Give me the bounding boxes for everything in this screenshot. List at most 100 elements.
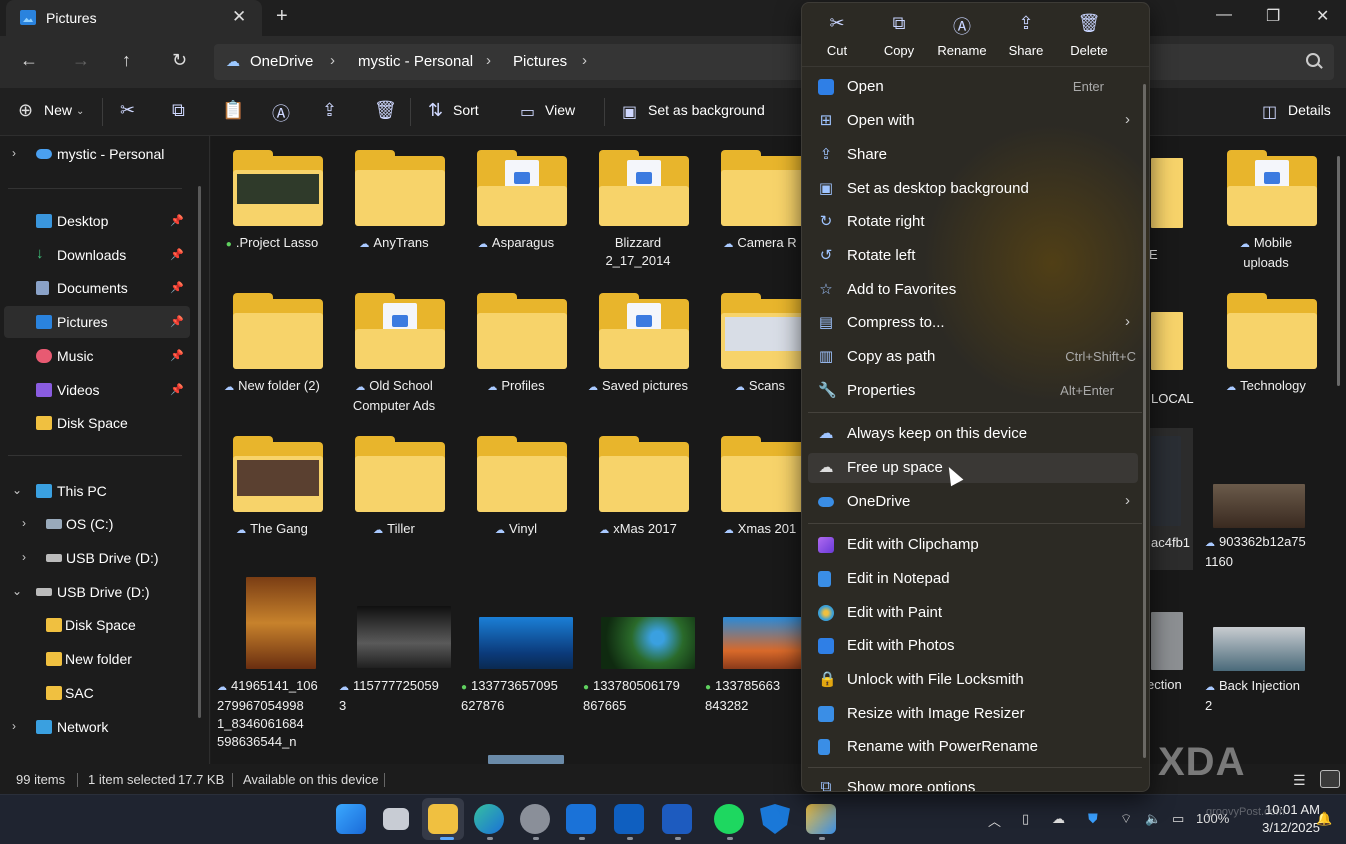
menu-item-free-up-space[interactable]: ☁ Free up space xyxy=(808,453,1138,483)
sidebar-item-desktop[interactable]: Desktop 📌 xyxy=(4,205,190,237)
close-window-button[interactable]: ✕ xyxy=(1316,6,1329,26)
sidebar-item-music[interactable]: Music 📌 xyxy=(4,340,190,372)
chevron-down-icon[interactable]: ⌄ xyxy=(76,106,84,117)
cut-button[interactable]: ✂ Cut xyxy=(807,13,867,58)
search-icon[interactable] xyxy=(1306,53,1320,67)
sidebar-item-new-folder[interactable]: New folder xyxy=(4,643,190,675)
cut-icon[interactable]: ✂ xyxy=(120,100,135,121)
file-explorer-icon[interactable] xyxy=(428,804,458,834)
share-icon[interactable]: ⇪ xyxy=(322,100,337,121)
sidebar-item-usb-drive-d[interactable]: › USB Drive (D:) xyxy=(4,542,190,574)
menu-item-edit-with-photos[interactable]: Edit with Photos xyxy=(808,631,1138,661)
menu-item-open-with[interactable]: ⊞ Open with › xyxy=(808,106,1138,136)
sidebar-item-documents[interactable]: Documents 📌 xyxy=(4,272,190,304)
image-thumbnail[interactable] xyxy=(1151,436,1181,526)
defender-icon[interactable] xyxy=(760,804,790,834)
chevron-down-icon[interactable]: ⌄ xyxy=(12,483,22,497)
security-tray-icon[interactable]: ⛊ xyxy=(1088,811,1098,827)
paste-icon[interactable]: 📋 xyxy=(222,100,244,121)
copy-button[interactable]: ⧉ Copy xyxy=(869,13,929,58)
chevron-right-icon[interactable]: › xyxy=(12,146,16,160)
outlook-icon[interactable] xyxy=(614,804,644,834)
sidebar-item-sac[interactable]: SAC xyxy=(4,677,190,709)
menu-item-compress-to[interactable]: ▤ Compress to... › xyxy=(808,308,1138,338)
minimize-button[interactable]: — xyxy=(1216,6,1232,24)
menu-item-edit-with-clipchamp[interactable]: Edit with Clipchamp xyxy=(808,530,1138,560)
edge-icon[interactable] xyxy=(474,804,504,834)
sidebar-item-this-pc[interactable]: ⌄ This PC xyxy=(4,475,190,507)
menu-item-edit-in-notepad[interactable]: Edit in Notepad xyxy=(808,564,1138,594)
rename-icon[interactable]: Ⓐ xyxy=(272,100,290,126)
sidebar-item-downloads[interactable]: ↓ Downloads 📌 xyxy=(4,239,190,271)
sidebar-item-pictures[interactable]: Pictures 📌 xyxy=(4,306,190,338)
sidebar-item-mystic-personal[interactable]: › mystic - Personal xyxy=(4,138,190,170)
sort-button[interactable]: Sort xyxy=(453,102,479,118)
image-thumbnail[interactable] xyxy=(1151,612,1183,670)
copy-icon[interactable]: ⧉ xyxy=(172,100,185,121)
usb-icon[interactable]: ▯ xyxy=(1022,811,1029,827)
sort-icon[interactable]: ⇅ xyxy=(428,100,443,121)
menu-item-unlock-with-file-locksmith[interactable]: 🔒 Unlock with File Locksmith xyxy=(808,665,1138,695)
image-thumbnail[interactable] xyxy=(357,606,451,668)
breadcrumb-separator[interactable]: › xyxy=(582,52,587,69)
details-button[interactable]: Details xyxy=(1288,102,1331,118)
share-button[interactable]: ⇪ Share xyxy=(996,13,1056,58)
explorer-alt-icon[interactable] xyxy=(806,804,836,834)
content-scrollbar[interactable] xyxy=(1337,156,1340,386)
menu-item-show-more-options[interactable]: ⧉ Show more options xyxy=(808,773,1138,791)
address-bar[interactable]: ☁ OneDrive › mystic - Personal › Picture… xyxy=(214,44,1334,80)
breadcrumb-mystic-personal[interactable]: mystic - Personal xyxy=(358,53,473,70)
breadcrumb-onedrive[interactable]: OneDrive xyxy=(250,53,313,70)
close-tab-icon[interactable]: ✕ xyxy=(232,7,246,27)
up-button[interactable]: ↑ xyxy=(122,50,131,71)
refresh-button[interactable]: ↻ xyxy=(172,50,187,71)
details-pane-icon[interactable]: ◫ xyxy=(1262,102,1277,122)
set-as-background-button[interactable]: Set as background xyxy=(648,102,765,118)
start-icon[interactable] xyxy=(336,804,366,834)
battery-icon[interactable]: ▭ xyxy=(1172,811,1184,827)
folder-thumbnail[interactable] xyxy=(1151,158,1183,228)
menu-item-copy-as-path[interactable]: ▥ Copy as path Ctrl+Shift+C xyxy=(808,342,1138,372)
outlook-new-icon[interactable] xyxy=(566,804,596,834)
delete-icon[interactable]: 🗑 xyxy=(374,100,397,121)
menu-item-set-desktop-background[interactable]: ▣ Set as desktop background xyxy=(808,174,1138,204)
breadcrumb-separator[interactable]: › xyxy=(330,52,335,69)
image-thumbnail[interactable] xyxy=(488,755,564,764)
menu-item-rename-with-powerrename[interactable]: Rename with PowerRename xyxy=(808,732,1138,762)
menu-item-resize-with-image-resizer[interactable]: Resize with Image Resizer xyxy=(808,699,1138,729)
image-thumbnail[interactable] xyxy=(1213,484,1305,528)
maximize-button[interactable]: ❐ xyxy=(1266,6,1280,26)
onedrive-tray-icon[interactable]: ☁ xyxy=(1052,811,1065,827)
task-view-icon[interactable] xyxy=(383,808,409,830)
rename-button[interactable]: Ⓐ Rename xyxy=(932,13,992,58)
new-icon[interactable]: ⊕ xyxy=(18,100,33,121)
sidebar-item-disk-space[interactable]: Disk Space xyxy=(4,407,190,439)
sidebar-item-disk-space-2[interactable]: Disk Space xyxy=(4,609,190,641)
menu-item-add-to-favorites[interactable]: ☆ Add to Favorites xyxy=(808,275,1138,305)
set-background-icon[interactable]: ▣ xyxy=(622,102,637,122)
folder-thumbnail[interactable] xyxy=(1151,312,1183,370)
chevron-right-icon[interactable]: › xyxy=(22,516,26,530)
menu-item-rotate-right[interactable]: ↻ Rotate right xyxy=(808,207,1138,237)
details-view-icon[interactable]: ☰ xyxy=(1293,772,1306,789)
chevron-right-icon[interactable]: › xyxy=(22,550,26,564)
view-button[interactable]: View xyxy=(545,102,575,118)
wifi-icon[interactable]: ⌔ xyxy=(1120,811,1132,827)
chevron-up-icon[interactable]: ︿ xyxy=(988,811,1001,830)
menu-item-open[interactable]: Open Enter xyxy=(808,72,1138,102)
menu-item-edit-with-paint[interactable]: Edit with Paint xyxy=(808,598,1138,628)
sidebar-item-os-c[interactable]: › OS (C:) xyxy=(4,508,190,540)
image-thumbnail[interactable] xyxy=(246,577,316,669)
chevron-down-icon[interactable]: ⌄ xyxy=(12,584,22,598)
menu-item-properties[interactable]: 🔧 Properties Alt+Enter xyxy=(808,376,1138,406)
tiles-view-icon[interactable] xyxy=(1320,770,1340,788)
menu-item-always-keep-on-device[interactable]: ☁ Always keep on this device xyxy=(808,419,1138,449)
spotify-icon[interactable] xyxy=(714,804,744,834)
notifications-icon[interactable]: 🔔 xyxy=(1316,811,1332,827)
tab-pictures[interactable]: Pictures ✕ xyxy=(6,0,262,36)
sidebar-item-usb-drive-d-2[interactable]: ⌄ USB Drive (D:) xyxy=(4,576,190,608)
delete-button[interactable]: 🗑 Delete xyxy=(1059,13,1119,58)
breadcrumb-pictures[interactable]: Pictures xyxy=(513,53,567,70)
forward-button[interactable]: → xyxy=(72,50,90,71)
new-button[interactable]: New xyxy=(44,102,72,118)
